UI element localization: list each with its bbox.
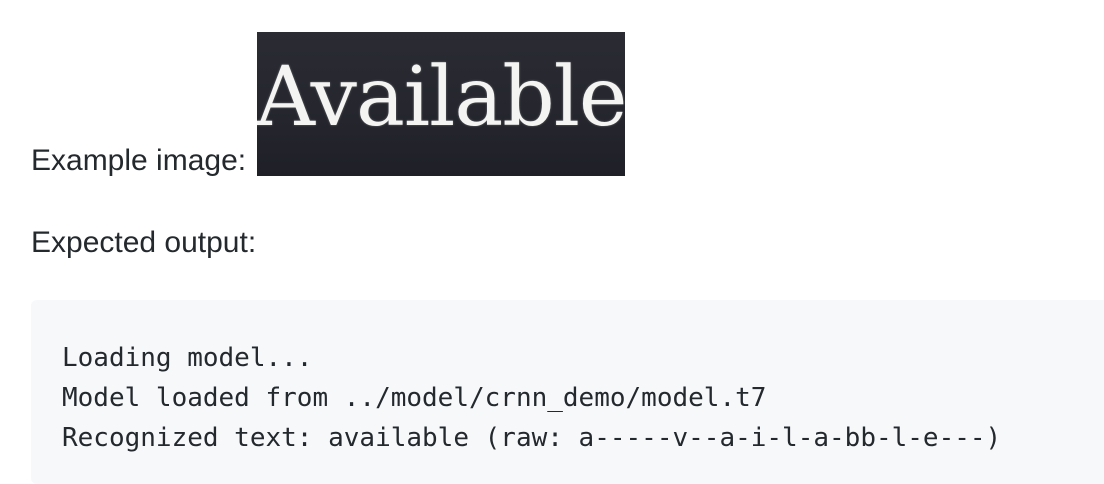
example-image-label: Example image: — [31, 144, 247, 177]
code-line: Recognized text: available (raw: a-----v… — [62, 423, 1002, 453]
expected-output-label: Expected output: — [31, 226, 257, 259]
example-image-word: Available — [257, 50, 626, 145]
code-line: Model loaded from ../model/crnn_demo/mod… — [62, 383, 767, 413]
example-image-paragraph: Example image: Available — [31, 32, 626, 177]
example-image: Available — [257, 32, 626, 176]
code-block: Loading model... Model loaded from ../mo… — [31, 300, 1104, 484]
code-line: Loading model... — [62, 343, 313, 373]
